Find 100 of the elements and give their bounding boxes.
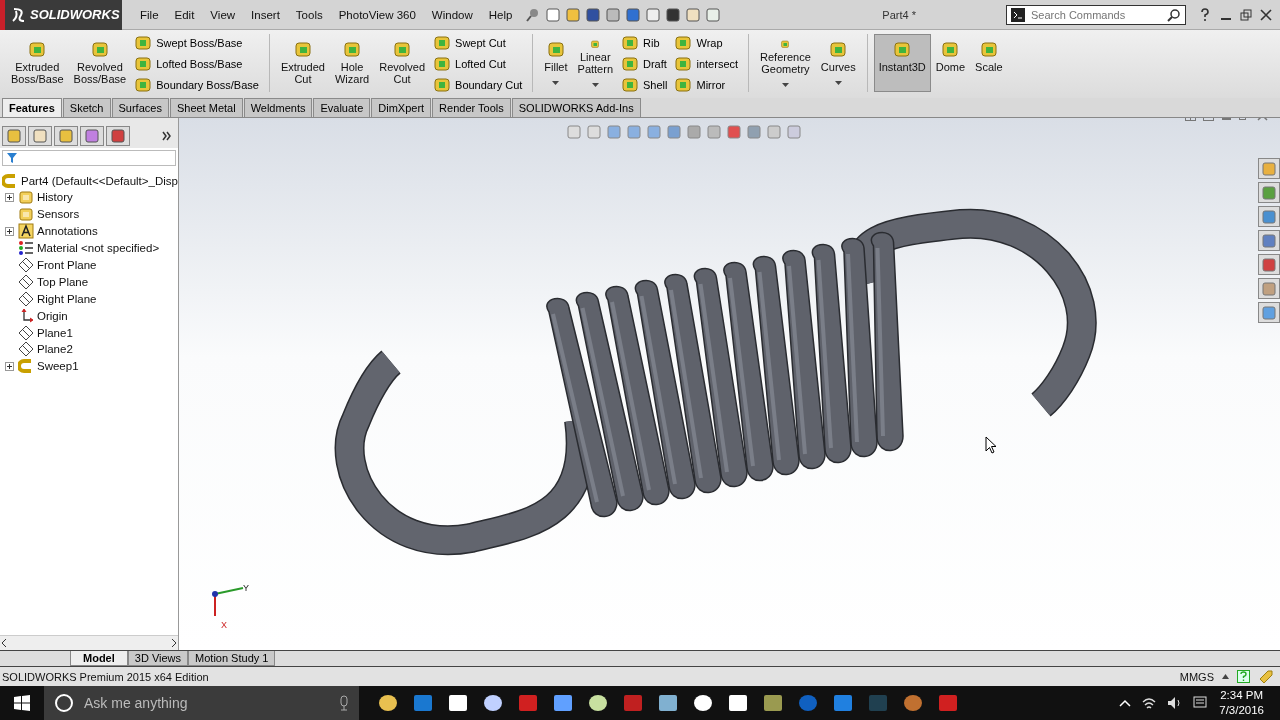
notification-icon[interactable] bbox=[1193, 696, 1208, 710]
expand-icon[interactable] bbox=[5, 361, 14, 371]
tree-item[interactable]: Plane2 bbox=[37, 343, 73, 356]
tree-item[interactable]: Right Plane bbox=[37, 292, 97, 305]
taskbar-app-icon[interactable] bbox=[447, 692, 469, 714]
tree-item[interactable]: Sweep1 bbox=[37, 360, 79, 373]
tree-item[interactable]: Material <not specified> bbox=[37, 242, 160, 255]
caret-icon[interactable] bbox=[1222, 674, 1229, 679]
tree-item[interactable]: Annotations bbox=[37, 225, 98, 238]
scroll-left-icon[interactable] bbox=[0, 638, 8, 648]
ribbon-tab[interactable]: Surfaces bbox=[111, 98, 169, 117]
tree-item[interactable]: Plane1 bbox=[37, 326, 73, 339]
help-icon[interactable] bbox=[1198, 7, 1212, 22]
ribbon-command[interactable]: Lofted Cut bbox=[434, 55, 523, 73]
ribbon-command[interactable]: intersect bbox=[675, 55, 739, 73]
taskbar-app-icon[interactable] bbox=[552, 692, 574, 714]
ribbon-command[interactable]: Boundary Boss/Base bbox=[135, 76, 259, 94]
pin-icon[interactable] bbox=[526, 7, 541, 22]
ribbon-command[interactable]: Boundary Cut bbox=[434, 76, 523, 94]
ribbon-command[interactable]: Dome bbox=[930, 34, 971, 92]
ribbon-command[interactable]: Hole Wizard bbox=[329, 34, 375, 92]
taskbar-app-icon[interactable] bbox=[692, 692, 714, 714]
dimxpert-tab[interactable] bbox=[80, 126, 104, 146]
task-pane-tab[interactable] bbox=[1258, 206, 1280, 227]
ribbon-command[interactable]: Scale bbox=[970, 34, 1008, 92]
ribbon-tab[interactable]: Render Tools bbox=[432, 98, 511, 117]
ribbon-tab[interactable]: DimXpert bbox=[371, 98, 432, 117]
menu-item[interactable]: PhotoView 360 bbox=[330, 8, 424, 21]
ribbon-command[interactable]: Wrap bbox=[675, 34, 739, 52]
ribbon-tab[interactable]: SOLIDWORKS Add-Ins bbox=[511, 98, 641, 117]
chevron-up-icon[interactable] bbox=[1119, 699, 1132, 707]
clock-time[interactable]: 2:34 PM bbox=[1220, 688, 1264, 703]
menu-item[interactable]: Insert bbox=[243, 8, 288, 21]
ribbon-command[interactable]: Lofted Boss/Base bbox=[135, 55, 259, 73]
taskbar-app-icon[interactable] bbox=[762, 692, 784, 714]
expand-icon[interactable] bbox=[162, 131, 172, 141]
configuration-tab[interactable] bbox=[54, 126, 78, 146]
tree-item[interactable]: History bbox=[37, 191, 73, 204]
menu-item[interactable]: Edit bbox=[166, 8, 203, 21]
task-pane-tab[interactable] bbox=[1258, 278, 1280, 299]
search-field[interactable]: Search Commands bbox=[1006, 4, 1186, 25]
tree-item[interactable]: Sensors bbox=[37, 208, 80, 221]
ribbon-tab[interactable]: Features bbox=[2, 98, 62, 117]
search-icon[interactable] bbox=[1167, 7, 1181, 22]
taskbar-app-icon[interactable] bbox=[657, 692, 679, 714]
cortana-icon[interactable] bbox=[54, 693, 74, 713]
taskbar-search-input[interactable]: Ask me anything bbox=[82, 694, 331, 712]
ribbon-tab[interactable]: Sketch bbox=[62, 98, 111, 117]
task-pane-tab[interactable] bbox=[1258, 254, 1280, 275]
ribbon-command[interactable]: Revolved Cut bbox=[374, 34, 431, 92]
task-pane-tab[interactable] bbox=[1258, 158, 1280, 179]
display-manager-tab[interactable] bbox=[106, 126, 130, 146]
wifi-icon[interactable] bbox=[1141, 696, 1158, 710]
ribbon-command[interactable]: Curves bbox=[815, 34, 861, 92]
ribbon-command[interactable]: Linear Pattern bbox=[572, 34, 618, 92]
ribbon-command[interactable]: Mirror bbox=[675, 76, 739, 94]
property-manager-tab[interactable] bbox=[28, 126, 52, 146]
units-selector[interactable]: MMGS bbox=[1179, 670, 1214, 683]
tag-icon[interactable] bbox=[1258, 668, 1274, 685]
ribbon-command[interactable]: Revolved Boss/Base bbox=[68, 34, 132, 92]
taskbar-app-icon[interactable] bbox=[587, 692, 609, 714]
ribbon-command[interactable]: Instant3D bbox=[873, 34, 931, 92]
taskbar-app-icon[interactable] bbox=[482, 692, 504, 714]
taskbar-search-field[interactable]: Ask me anything bbox=[44, 686, 359, 720]
taskbar-app-icon[interactable] bbox=[727, 692, 749, 714]
task-pane-tab[interactable] bbox=[1258, 182, 1280, 203]
menu-item[interactable]: File bbox=[132, 8, 167, 21]
task-view-icon[interactable] bbox=[377, 692, 399, 714]
expand-icon[interactable] bbox=[5, 192, 14, 202]
ribbon-command[interactable]: Swept Boss/Base bbox=[135, 34, 259, 52]
menu-item[interactable]: Tools bbox=[287, 8, 331, 21]
ribbon-command[interactable]: Draft bbox=[622, 55, 668, 73]
filter-icon[interactable] bbox=[7, 153, 17, 163]
ribbon-command[interactable]: Rib bbox=[622, 34, 668, 52]
ribbon-command[interactable]: Extruded Cut bbox=[275, 34, 330, 92]
close-icon[interactable] bbox=[1260, 8, 1272, 21]
ribbon-command[interactable]: Extruded Boss/Base bbox=[6, 34, 69, 92]
ribbon-command[interactable]: Fillet bbox=[539, 34, 573, 92]
ribbon-command[interactable]: Swept Cut bbox=[434, 34, 523, 52]
microphone-icon[interactable] bbox=[339, 695, 349, 711]
task-pane-tab[interactable] bbox=[1258, 230, 1280, 251]
tree-item[interactable]: Part4 (Default<<Default>_Disp bbox=[21, 174, 178, 187]
menu-item[interactable]: Window bbox=[423, 8, 481, 21]
document-tab[interactable]: 3D Views bbox=[127, 651, 189, 666]
document-tab[interactable]: Motion Study 1 bbox=[188, 651, 276, 666]
ribbon-command[interactable]: Shell bbox=[622, 76, 668, 94]
document-tab[interactable]: Model bbox=[70, 651, 128, 666]
ribbon-tab[interactable]: Weldments bbox=[243, 98, 313, 117]
task-pane-tab[interactable] bbox=[1258, 302, 1280, 323]
feature-tree-tab[interactable] bbox=[2, 126, 26, 146]
tree-item[interactable]: Origin bbox=[37, 309, 68, 322]
ribbon-tab[interactable]: Evaluate bbox=[313, 98, 371, 117]
search-input[interactable]: Search Commands bbox=[1029, 7, 1163, 22]
scroll-right-icon[interactable] bbox=[170, 638, 178, 648]
tree-item[interactable]: Top Plane bbox=[37, 275, 89, 288]
clock-date[interactable]: 7/3/2016 bbox=[1219, 703, 1264, 718]
windows-start-icon[interactable] bbox=[14, 695, 30, 711]
ribbon-tab[interactable]: Sheet Metal bbox=[169, 98, 243, 117]
restore-icon[interactable] bbox=[1240, 8, 1252, 21]
ribbon-command[interactable]: Reference Geometry bbox=[755, 34, 816, 92]
